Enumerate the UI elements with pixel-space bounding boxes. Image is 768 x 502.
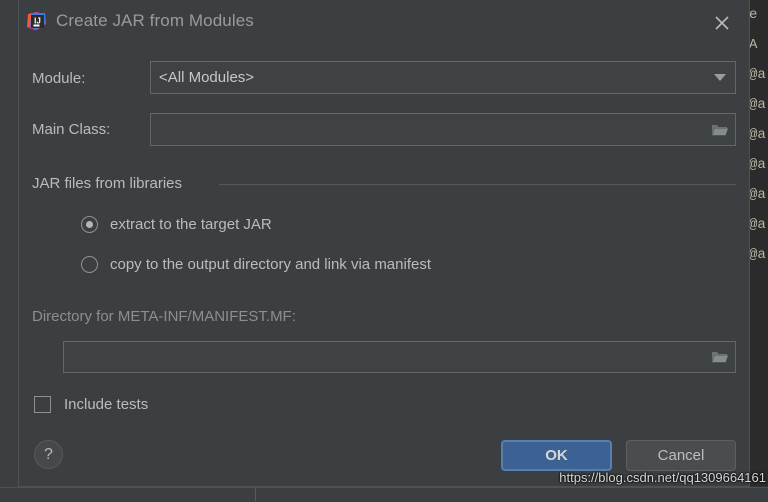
bg-code-line: @a [749, 247, 766, 263]
folder-icon[interactable] [705, 122, 735, 138]
background-left-edge [0, 0, 18, 487]
radio-copy-to-output-directory[interactable]: copy to the output directory and link vi… [81, 256, 431, 273]
include-tests-checkbox[interactable]: Include tests [34, 396, 148, 413]
library-group-title: JAR files from libraries [32, 175, 190, 192]
include-tests-label: Include tests [64, 396, 149, 413]
watermark-text: https://blog.csdn.net/qq1309664161 [559, 470, 766, 485]
create-jar-dialog: IJ Create JAR from Modules Module: <All … [18, 0, 750, 487]
checkbox-unchecked-icon [34, 396, 51, 413]
module-value: <All Modules> [159, 69, 255, 86]
svg-text:IJ: IJ [34, 17, 41, 26]
main-class-field[interactable] [150, 113, 736, 146]
radio-selected-icon [81, 216, 98, 233]
bg-code-line: @a [749, 187, 766, 203]
module-combobox[interactable]: <All Modules> [150, 61, 736, 94]
bg-code-line: @a [749, 97, 766, 113]
background-strip-divider [255, 488, 256, 501]
radio-unselected-icon [81, 256, 98, 273]
radio-extract-to-target-jar[interactable]: extract to the target JAR [81, 216, 272, 233]
manifest-directory-field[interactable] [63, 341, 736, 373]
folder-icon[interactable] [705, 349, 735, 365]
ok-button[interactable]: OK [501, 440, 612, 471]
module-label: Module: [32, 70, 86, 87]
dialog-title: Create JAR from Modules [56, 11, 254, 30]
cancel-button[interactable]: Cancel [626, 440, 736, 471]
bg-code-line: @a [749, 67, 766, 83]
intellij-idea-icon: IJ [26, 11, 47, 32]
radio-copy-label: copy to the output directory and link vi… [110, 256, 432, 273]
bg-code-line: @a [749, 157, 766, 173]
close-icon[interactable] [709, 10, 735, 36]
main-class-label: Main Class: [32, 121, 111, 138]
library-group-separator [219, 184, 736, 185]
background-bottom-strip [0, 487, 768, 502]
radio-extract-label: extract to the target JAR [110, 216, 272, 233]
bg-code-line: @a [749, 127, 766, 143]
help-button[interactable]: ? [34, 440, 63, 469]
dialog-titlebar: IJ Create JAR from Modules [19, 0, 749, 48]
bg-code-line: @a [749, 217, 766, 233]
bg-code-line: A [749, 37, 758, 53]
bg-code-line: e [749, 7, 758, 23]
manifest-directory-label: Directory for META-INF/MANIFEST.MF: [32, 308, 296, 325]
chevron-down-icon[interactable] [705, 74, 735, 81]
